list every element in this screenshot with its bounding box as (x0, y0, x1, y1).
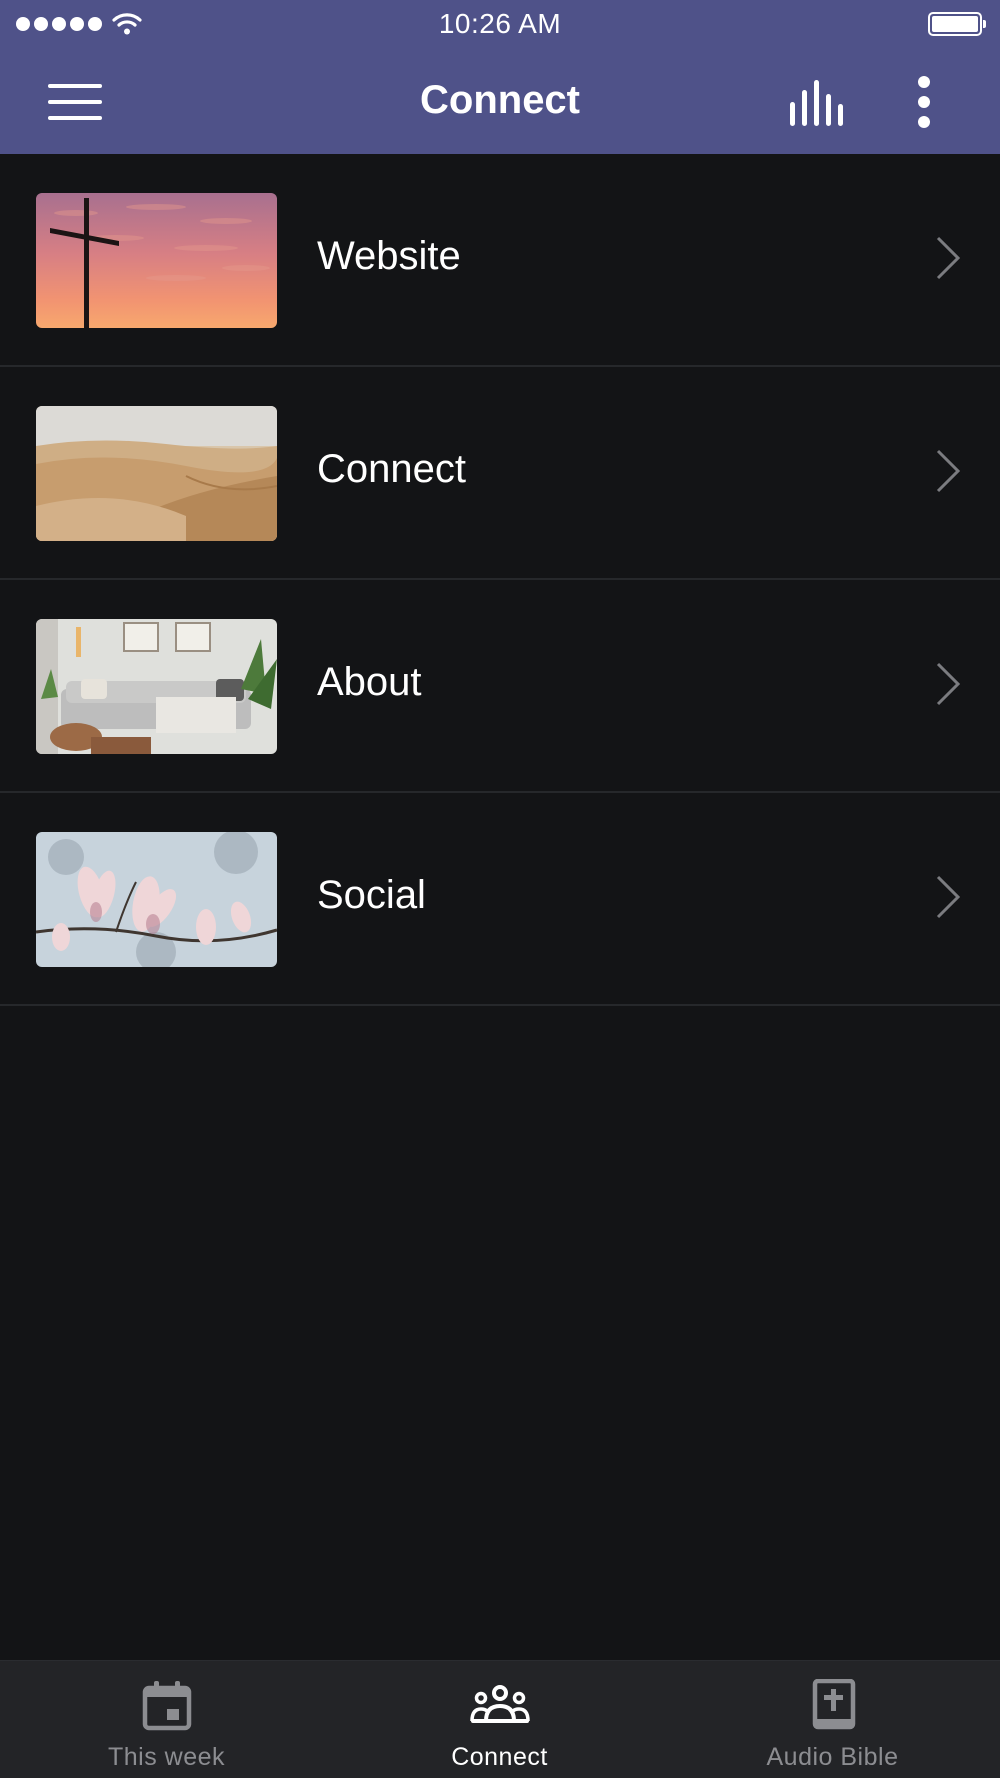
thumbnail-living-room (36, 619, 277, 754)
list-item-label: Connect (317, 447, 466, 491)
tab-label: This week (107, 1743, 226, 1771)
chevron-right-icon (936, 449, 961, 493)
battery-icon (928, 12, 986, 36)
list-item-connect[interactable]: Connect (0, 367, 1000, 580)
connect-screen: 10:26 AM Connect Website Connect About S… (0, 0, 1000, 1778)
page-title: Connect (420, 78, 580, 122)
tab-label: Audio Bible (766, 1743, 899, 1771)
tab-connect[interactable]: Connect (333, 1661, 666, 1778)
tab-this-week[interactable]: This week (0, 1661, 333, 1778)
thumbnail-magnolia-blossoms (36, 832, 277, 967)
list-item-about[interactable]: About (0, 580, 1000, 793)
list-item-label: Social (317, 873, 426, 917)
list-item-label: Website (317, 234, 461, 278)
list-item-label: About (317, 660, 422, 704)
list-item-website[interactable]: Website (0, 154, 1000, 367)
status-time: 10:26 AM (438, 8, 562, 39)
hamburger-menu-icon[interactable] (48, 84, 102, 120)
tab-bar: This week Connect Audio Bible (0, 1660, 1000, 1778)
calendar-icon (142, 1681, 191, 1731)
thumbnail-cross-sunset (36, 193, 277, 328)
group-icon (469, 1685, 530, 1723)
bible-icon (812, 1679, 855, 1730)
navigation-bar: Connect (0, 50, 1000, 154)
connect-list: Website Connect About Social (0, 154, 1000, 1006)
status-bar: 10:26 AM (0, 0, 1000, 50)
chevron-right-icon (936, 236, 961, 280)
tab-audio-bible[interactable]: Audio Bible (666, 1661, 999, 1778)
list-item-social[interactable]: Social (0, 793, 1000, 1006)
audio-bars-icon[interactable] (788, 80, 846, 126)
chevron-right-icon (936, 875, 961, 919)
chevron-right-icon (936, 662, 961, 706)
thumbnail-desert-dunes (36, 406, 277, 541)
more-vertical-icon[interactable] (908, 76, 940, 128)
tab-label: Connect (451, 1743, 548, 1771)
